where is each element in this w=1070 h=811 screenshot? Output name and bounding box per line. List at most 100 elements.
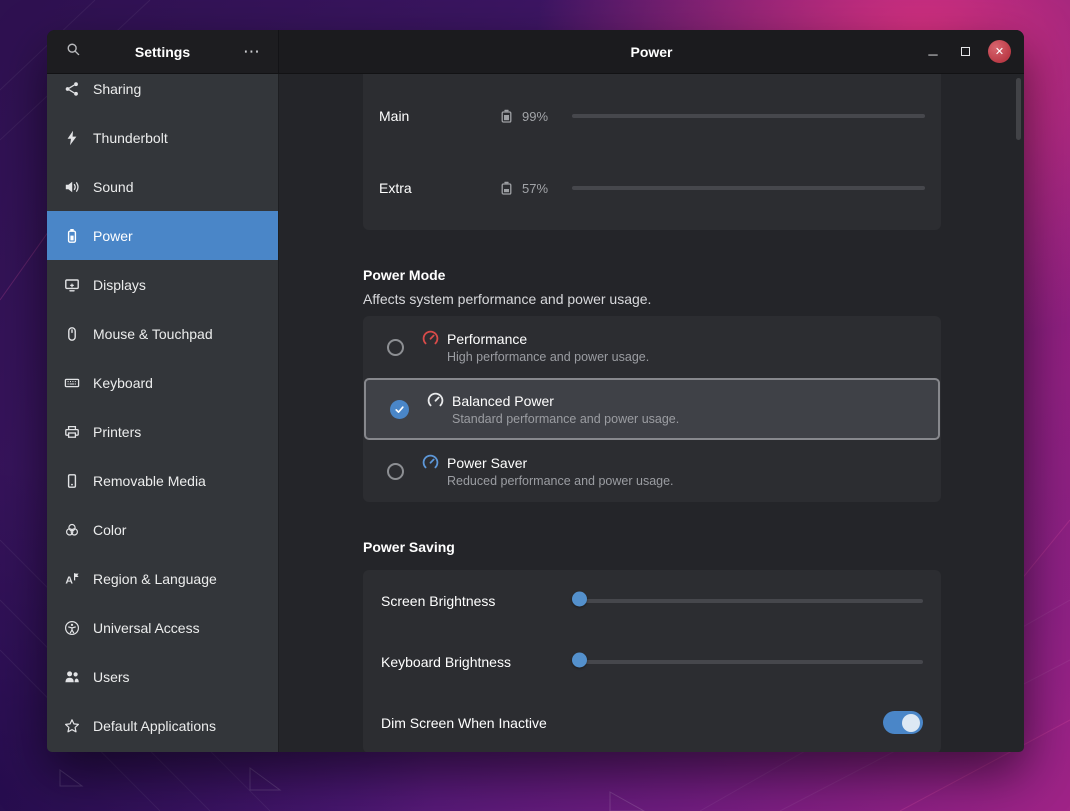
sidebar-item-label: Universal Access	[93, 620, 200, 636]
option-text: Power Saver Reduced performance and powe…	[422, 454, 674, 488]
sidebar-item-label: Color	[93, 522, 126, 538]
sidebar-item-label: Printers	[93, 424, 141, 440]
sidebar-item-label: Displays	[93, 277, 146, 293]
battery-icon	[64, 228, 80, 244]
headerbar: Settings ⋯ Power ─ ✕	[47, 30, 1024, 74]
universal-access-icon	[64, 620, 80, 636]
settings-window: Settings ⋯ Power ─ ✕ Sharing	[47, 30, 1024, 752]
option-label: Power Saver	[447, 455, 527, 471]
power-mode-option-balanced[interactable]: Balanced Power Standard performance and …	[364, 378, 940, 440]
power-saving-heading: Power Saving	[363, 538, 941, 556]
battery-percent: 57%	[522, 181, 560, 196]
check-icon	[394, 404, 405, 415]
keyboard-icon	[64, 375, 80, 391]
power-mode-option-performance[interactable]: Performance High performance and power u…	[363, 316, 941, 378]
sidebar-item-universal-access[interactable]: Universal Access	[47, 603, 278, 652]
dim-screen-toggle[interactable]	[883, 711, 923, 734]
sidebar: Sharing Thunderbolt Sound Power Displays	[47, 74, 279, 752]
option-text: Performance High performance and power u…	[422, 330, 649, 364]
option-label: Balanced Power	[452, 393, 554, 409]
power-saver-gauge-icon	[422, 454, 439, 471]
battery-level-icon	[501, 181, 512, 195]
maximize-button[interactable]	[956, 43, 974, 61]
balanced-gauge-icon	[427, 392, 444, 409]
option-description: High performance and power usage.	[447, 350, 649, 364]
radio-checked[interactable]	[390, 400, 409, 419]
battery-percent: 99%	[522, 109, 560, 124]
sidebar-item-label: Removable Media	[93, 473, 206, 489]
sidebar-item-label: Power	[93, 228, 133, 244]
keyboard-brightness-slider[interactable]	[580, 660, 923, 664]
battery-progressbar	[572, 186, 925, 190]
sidebar-item-label: Sharing	[93, 81, 141, 97]
option-text: Balanced Power Standard performance and …	[427, 392, 679, 426]
battery-progressbar	[572, 114, 925, 118]
mouse-icon	[64, 326, 80, 342]
slider-handle[interactable]	[572, 652, 587, 667]
sidebar-item-label: Users	[93, 669, 130, 685]
sidebar-item-region-language[interactable]: A Region & Language	[47, 554, 278, 603]
row-label: Screen Brightness	[381, 593, 580, 609]
sidebar-item-power[interactable]: Power	[47, 211, 278, 260]
maximize-icon	[961, 47, 970, 56]
power-saving-card: Screen Brightness Keyboard Brightness Di…	[363, 570, 941, 752]
sidebar-item-label: Default Applications	[93, 718, 216, 734]
window-body: Sharing Thunderbolt Sound Power Displays	[47, 74, 1024, 752]
language-icon: A	[64, 571, 80, 587]
radio-unchecked[interactable]	[387, 463, 404, 480]
svg-text:A: A	[65, 574, 73, 586]
sidebar-item-mouse-touchpad[interactable]: Mouse & Touchpad	[47, 309, 278, 358]
minimize-icon: ─	[928, 47, 937, 62]
sidebar-item-users[interactable]: Users	[47, 652, 278, 701]
display-icon	[64, 277, 80, 293]
search-button[interactable]	[59, 38, 87, 66]
sidebar-item-label: Thunderbolt	[93, 130, 168, 146]
sidebar-list: Sharing Thunderbolt Sound Power Displays	[47, 74, 278, 750]
star-icon	[64, 718, 80, 734]
battery-row-extra: Extra 57%	[363, 152, 941, 224]
sidebar-item-sound[interactable]: Sound	[47, 162, 278, 211]
sound-icon	[64, 179, 80, 195]
sidebar-item-color[interactable]: Color	[47, 505, 278, 554]
sidebar-item-displays[interactable]: Displays	[47, 260, 278, 309]
power-mode-subtitle: Affects system performance and power usa…	[363, 291, 941, 308]
scrollbar-thumb[interactable]	[1016, 78, 1021, 140]
option-description: Reduced performance and power usage.	[447, 474, 674, 488]
option-label: Performance	[447, 331, 527, 347]
power-mode-heading: Power Mode	[363, 266, 941, 284]
minimize-button[interactable]: ─	[924, 43, 942, 61]
headerbar-content-section: Power ─ ✕	[279, 30, 1024, 73]
users-icon	[64, 669, 80, 685]
sidebar-item-removable-media[interactable]: Removable Media	[47, 456, 278, 505]
slider-handle[interactable]	[572, 591, 587, 606]
close-button[interactable]: ✕	[988, 40, 1011, 63]
dim-screen-row: Dim Screen When Inactive	[363, 692, 941, 752]
headerbar-sidebar-section: Settings ⋯	[47, 30, 279, 73]
search-icon	[66, 42, 81, 62]
row-label: Dim Screen When Inactive	[381, 715, 580, 731]
window-controls: ─ ✕	[924, 30, 1011, 73]
option-description: Standard performance and power usage.	[452, 412, 679, 426]
battery-card: Main 99% Extra 57%	[363, 74, 941, 230]
sidebar-item-thunderbolt[interactable]: Thunderbolt	[47, 113, 278, 162]
power-mode-option-power-saver[interactable]: Power Saver Reduced performance and powe…	[363, 440, 941, 502]
keyboard-brightness-row: Keyboard Brightness	[363, 631, 941, 692]
toggle-knob	[902, 714, 920, 732]
power-mode-card: Performance High performance and power u…	[363, 316, 941, 502]
sidebar-item-printers[interactable]: Printers	[47, 407, 278, 456]
radio-unchecked[interactable]	[387, 339, 404, 356]
app-title: Settings	[87, 44, 238, 60]
menu-dots-icon: ⋯	[243, 42, 261, 62]
battery-name: Extra	[379, 180, 501, 196]
sidebar-item-label: Mouse & Touchpad	[93, 326, 213, 342]
battery-level-icon	[501, 109, 512, 123]
menu-button[interactable]: ⋯	[238, 38, 266, 66]
screen-brightness-slider[interactable]	[580, 599, 923, 603]
sidebar-item-default-applications[interactable]: Default Applications	[47, 701, 278, 750]
sidebar-item-sharing[interactable]: Sharing	[47, 74, 278, 113]
share-icon	[64, 81, 80, 97]
row-label: Keyboard Brightness	[381, 654, 580, 670]
screen-brightness-row: Screen Brightness	[363, 570, 941, 631]
power-panel: Main 99% Extra 57% Power Mode Affects sy…	[279, 74, 1024, 752]
sidebar-item-keyboard[interactable]: Keyboard	[47, 358, 278, 407]
